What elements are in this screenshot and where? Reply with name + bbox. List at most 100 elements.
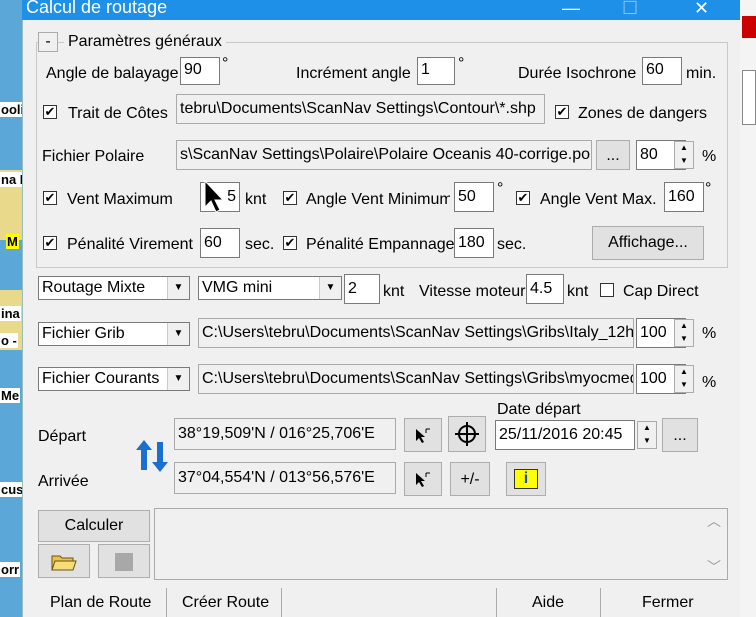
background-window-edge [740, 0, 756, 617]
gybe-penalty-input[interactable]: 180 [454, 228, 494, 258]
vmg-knt-unit: knt [383, 283, 405, 300]
title-bar[interactable]: Calcul de routage — ☐ ✕ [22, 0, 740, 20]
departure-field[interactable]: 38°19,509'N / 016°25,706'E [174, 418, 396, 450]
route-plan-button[interactable]: Plan de Route [50, 594, 151, 612]
arrival-label: Arrivée [38, 473, 89, 490]
red-marker-icon [742, 16, 756, 38]
map-label: ooli [0, 102, 22, 117]
cap-direct-checkbox[interactable] [600, 283, 614, 297]
log-output-area[interactable]: ︿ ﹀ [154, 508, 728, 580]
date-spinner[interactable]: ▲ ▼ [637, 421, 657, 449]
wind-max-label: Vent Maximum [67, 191, 173, 208]
polar-percent-unit: % [702, 148, 717, 165]
swap-arrows-icon [136, 440, 168, 472]
wind-min-angle-input[interactable]: 50 [454, 182, 494, 212]
departure-pick-button[interactable] [404, 418, 442, 452]
scroll-down-icon[interactable]: ﹀ [707, 557, 721, 577]
wind-max-angle-checkbox[interactable]: ✔ [516, 191, 530, 205]
cursor-pick-icon [416, 428, 430, 443]
map-label: ina [0, 306, 21, 321]
arrival-field[interactable]: 37°04,554'N / 013°56,576'E [174, 462, 396, 494]
swap-button[interactable] [132, 436, 172, 476]
save-button[interactable] [98, 544, 150, 578]
scroll-up-icon[interactable]: ︿ [707, 511, 721, 531]
currents-path-field[interactable]: C:\Users\tebru\Documents\ScanNav Setting… [198, 364, 634, 394]
map-label: o - [0, 333, 18, 348]
chevron-down-icon[interactable]: ▼ [167, 277, 189, 299]
date-browse-button[interactable]: ... [662, 418, 698, 452]
polar-path-field[interactable]: s\ScanNav Settings\Polaire\Polaire Ocean… [176, 140, 592, 170]
map-label: cus [0, 482, 22, 497]
tack-penalty-checkbox[interactable]: ✔ [43, 236, 57, 250]
grib-type-value: Fichier Grib [42, 325, 125, 342]
grib-percent-spinner[interactable]: ▲ ▼ [674, 319, 694, 347]
wind-max-checkbox[interactable]: ✔ [43, 191, 57, 205]
currents-percent-spinner[interactable]: ▲ ▼ [674, 365, 694, 393]
vmg-value: VMG mini [202, 279, 273, 296]
tack-penalty-unit: sec. [245, 236, 275, 253]
angle-increment-input[interactable]: 1 [417, 57, 455, 85]
arrival-pick-button[interactable] [404, 462, 442, 496]
collapse-button[interactable]: - [38, 32, 58, 52]
wind-max-angle-unit: ° [705, 180, 712, 197]
routing-mode-select[interactable]: Routage Mixte ▼ [38, 276, 190, 300]
isochrone-input[interactable]: 60 [642, 57, 682, 85]
engine-speed-label: Vitesse moteur [419, 283, 526, 300]
plus-minus-button[interactable]: +/- [450, 462, 490, 496]
info-icon: i [514, 469, 538, 489]
polar-percent-spinner[interactable]: ▲ ▼ [674, 141, 694, 169]
background-panel [742, 70, 756, 125]
display-button[interactable]: Affichage... [592, 226, 704, 260]
wind-max-unit: knt [245, 191, 267, 208]
sweep-angle-label: Angle de balayage [46, 65, 179, 82]
polar-browse-button[interactable]: ... [596, 140, 630, 170]
grib-type-select[interactable]: Fichier Grib ▼ [38, 322, 190, 346]
currents-percent-unit: % [702, 374, 717, 391]
maximize-button[interactable]: ☐ [622, 0, 638, 19]
separator [600, 588, 601, 617]
save-disabled-icon [115, 553, 133, 571]
target-button[interactable] [448, 416, 486, 452]
engine-speed-input[interactable]: 4.5 [526, 274, 564, 304]
danger-zones-label: Zones de dangers [578, 105, 707, 122]
separator [166, 588, 167, 617]
close-button[interactable]: Fermer [642, 594, 694, 612]
wind-max-angle-input[interactable]: 160 [664, 182, 704, 212]
grib-path-field[interactable]: C:\Users\tebru\Documents\ScanNav Setting… [198, 318, 634, 348]
date-input[interactable]: 25/11/2016 20:45 [495, 420, 635, 450]
chevron-down-icon[interactable]: ▼ [319, 277, 341, 299]
map-label: orr [0, 562, 21, 577]
wind-min-angle-checkbox[interactable]: ✔ [283, 191, 297, 205]
coast-checkbox[interactable]: ✔ [43, 105, 57, 119]
calculate-button[interactable]: Calculer [38, 510, 150, 542]
chevron-down-icon[interactable]: ▼ [167, 323, 189, 345]
coast-path-field[interactable]: tebru\Documents\ScanNav Settings\Contour… [176, 94, 545, 124]
gybe-penalty-checkbox[interactable]: ✔ [283, 236, 297, 250]
danger-zones-checkbox[interactable]: ✔ [555, 105, 569, 119]
tack-penalty-input[interactable]: 60 [200, 228, 240, 258]
angle-increment-label: Incrément angle [296, 65, 411, 82]
isochrone-unit: min. [686, 65, 717, 82]
info-button[interactable]: i [506, 462, 546, 496]
sweep-angle-input[interactable]: 90 [180, 57, 220, 85]
departure-label: Départ [38, 428, 87, 445]
chevron-down-icon[interactable]: ▼ [167, 368, 189, 390]
open-folder-button[interactable] [38, 544, 90, 578]
close-window-button[interactable]: ✕ [694, 0, 709, 19]
wind-min-angle-label: Angle Vent Minimum [306, 191, 450, 208]
crosshair-icon [455, 422, 479, 446]
cursor-pick-icon [416, 472, 430, 487]
vmg-knt-input[interactable]: 2 [344, 274, 380, 304]
angle-increment-unit: ° [458, 55, 465, 72]
help-button[interactable]: Aide [532, 594, 564, 612]
separator [496, 588, 497, 617]
currents-type-value: Fichier Courants [42, 370, 160, 387]
currents-type-select[interactable]: Fichier Courants ▼ [38, 367, 190, 391]
map-label: na L [0, 172, 22, 187]
minimize-button[interactable]: — [562, 0, 580, 19]
map-label: Me [0, 388, 21, 403]
isochrone-label: Durée Isochrone [518, 65, 637, 82]
create-route-button[interactable]: Créer Route [182, 594, 269, 612]
vmg-select[interactable]: VMG mini ▼ [198, 276, 342, 300]
wind-max-angle-label: Angle Vent Max. [540, 191, 657, 208]
